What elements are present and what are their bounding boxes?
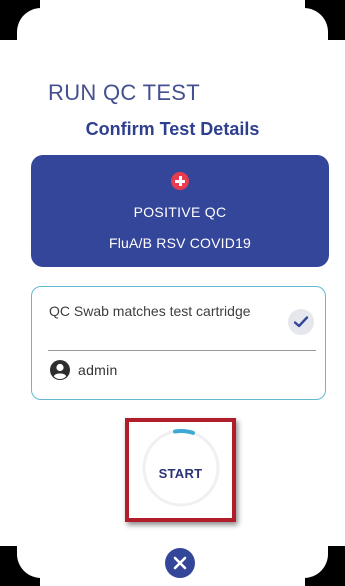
start-button[interactable]: START [129, 466, 232, 481]
close-icon [173, 556, 187, 570]
user-name: admin [78, 362, 118, 378]
swab-confirmed-badge[interactable] [288, 309, 314, 335]
close-button[interactable] [165, 548, 195, 578]
checkmark-icon [293, 316, 309, 328]
page-title: RUN QC TEST [48, 80, 201, 105]
plus-circle-icon [171, 172, 189, 190]
device-corner-bottom-left [0, 538, 57, 586]
user-circle-icon [50, 360, 70, 380]
qc-type-card: POSITIVE QC FluA/B RSV COVID19 [31, 155, 329, 267]
page-subtitle: Confirm Test Details [85, 119, 260, 139]
swab-confirmation-text: QC Swab matches test cartridge [49, 303, 251, 319]
device-corner-top-left [0, 0, 57, 48]
device-corner-top-right [288, 0, 345, 48]
details-divider [48, 350, 316, 351]
test-details-box: QC Swab matches test cartridge admin [31, 286, 326, 400]
qc-type-label: POSITIVE QC [133, 204, 227, 220]
start-button-highlight: START [125, 418, 236, 522]
qc-panel-label: FluA/B RSV COVID19 [108, 235, 252, 251]
device-corner-bottom-right [288, 538, 345, 586]
